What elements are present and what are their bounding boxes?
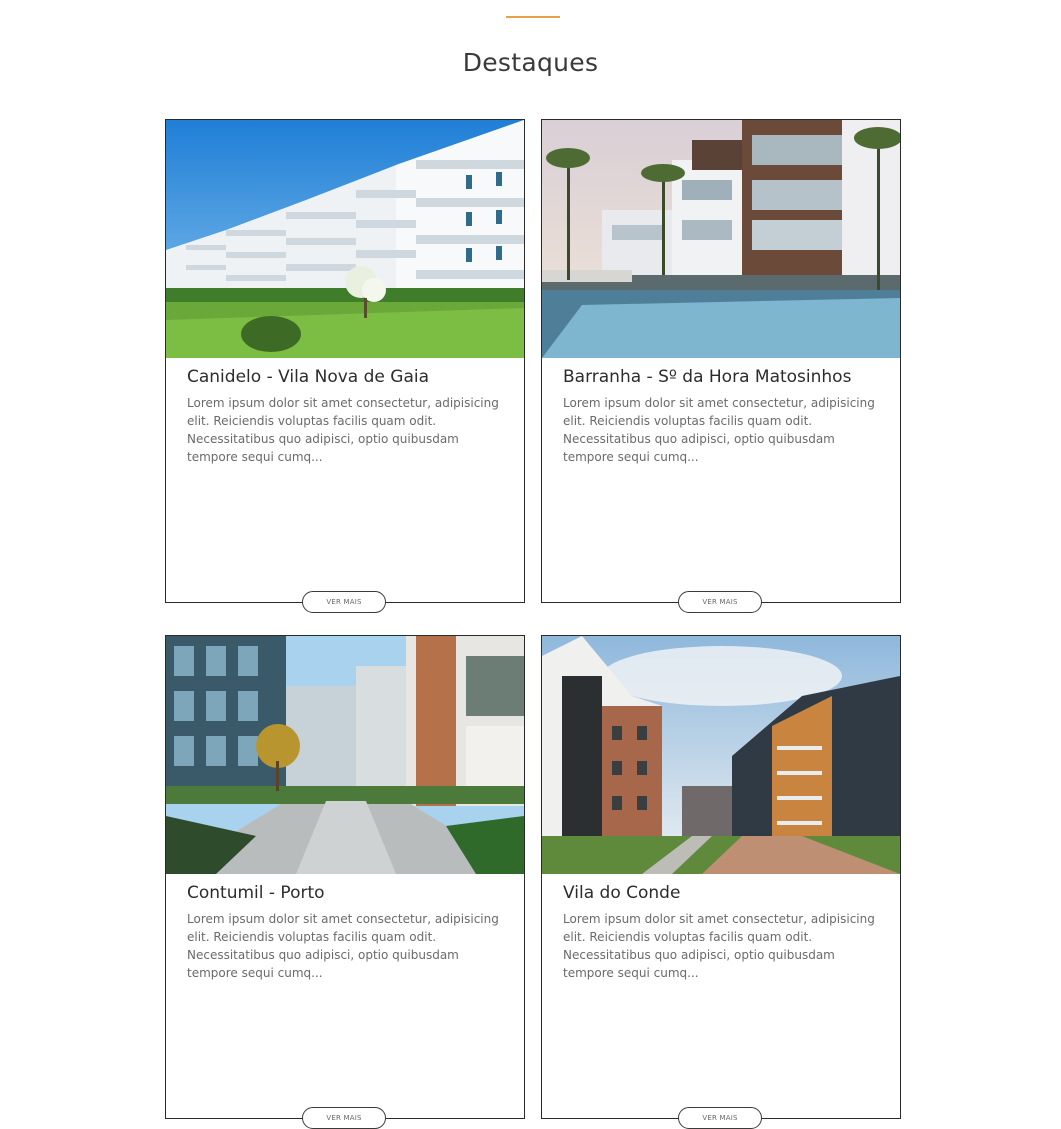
property-photo[interactable] bbox=[166, 120, 524, 358]
property-card[interactable]: Barranha - Sº da Hora Matosinhos Lorem i… bbox=[541, 119, 901, 613]
property-title: Contumil - Porto bbox=[187, 883, 325, 903]
property-card[interactable]: Vila do Conde Lorem ipsum dolor sit amet… bbox=[541, 635, 901, 1129]
property-title: Barranha - Sº da Hora Matosinhos bbox=[563, 367, 852, 387]
property-description: Lorem ipsum dolor sit amet consectetur, … bbox=[563, 912, 875, 980]
property-description: Lorem ipsum dolor sit amet consectetur, … bbox=[187, 912, 499, 980]
ver-mais-button[interactable]: VER MAIS bbox=[678, 591, 762, 613]
property-description: Lorem ipsum dolor sit amet consectetur, … bbox=[187, 396, 499, 464]
property-photo[interactable] bbox=[542, 120, 900, 358]
ver-mais-button[interactable]: VER MAIS bbox=[302, 1107, 386, 1129]
property-title: Vila do Conde bbox=[563, 883, 681, 903]
property-photo[interactable] bbox=[542, 636, 900, 874]
property-card[interactable]: Canidelo - Vila Nova de Gaia Lorem ipsum… bbox=[165, 119, 525, 613]
property-card[interactable]: Contumil - Porto Lorem ipsum dolor sit a… bbox=[165, 635, 525, 1129]
property-photo[interactable] bbox=[166, 636, 524, 874]
title-accent-line bbox=[506, 16, 560, 18]
property-title: Canidelo - Vila Nova de Gaia bbox=[187, 367, 430, 387]
property-description: Lorem ipsum dolor sit amet consectetur, … bbox=[563, 396, 875, 464]
ver-mais-button[interactable]: VER MAIS bbox=[302, 591, 386, 613]
ver-mais-button[interactable]: VER MAIS bbox=[678, 1107, 762, 1129]
section-title: Destaques bbox=[462, 48, 599, 77]
